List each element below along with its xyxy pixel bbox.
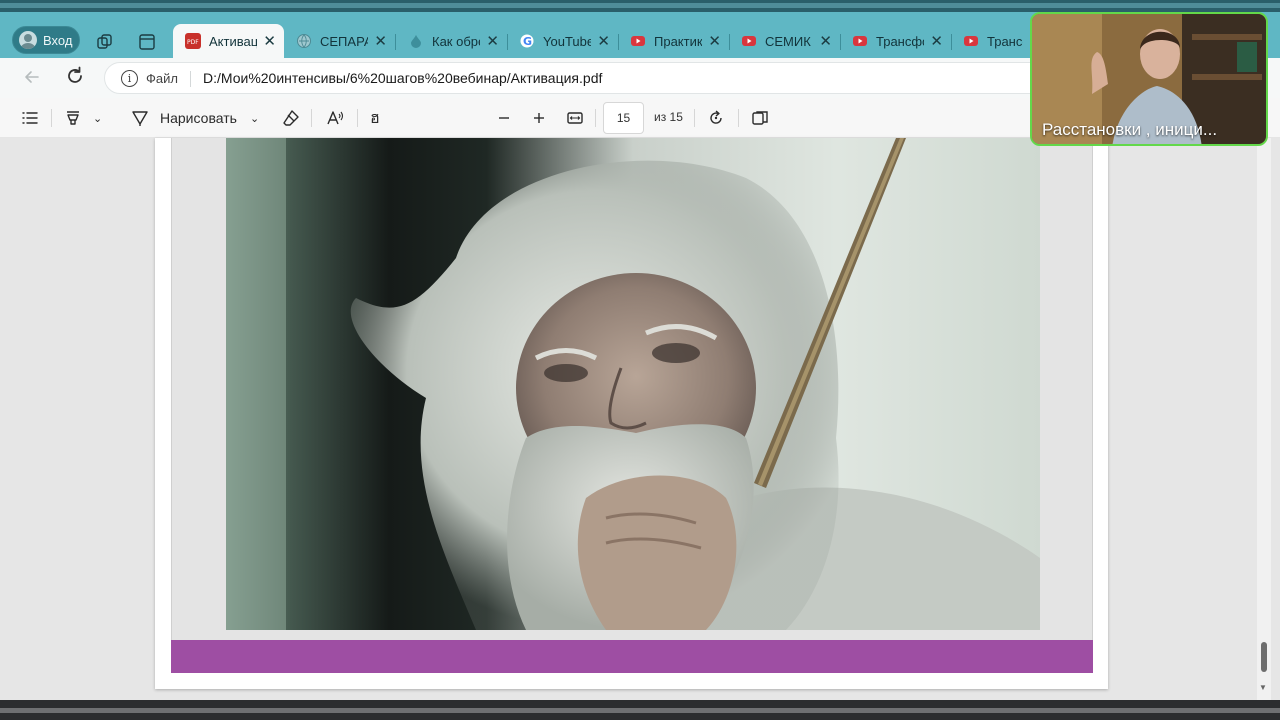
elderly-man-photo [226, 138, 1040, 630]
tab-title: Практика [654, 33, 703, 49]
drop-icon [408, 33, 424, 49]
info-icon[interactable]: i [121, 70, 138, 87]
youtube-icon [630, 33, 646, 49]
tab-separation[interactable]: СЕПАРАЦ ✕ [284, 24, 395, 58]
draw-icon[interactable] [131, 98, 149, 138]
bottom-strip-highlight [0, 708, 1280, 713]
tab-youtube[interactable]: G YouTube ✕ [507, 24, 618, 58]
slide-accent-bar [171, 640, 1093, 673]
youtube-icon [852, 33, 868, 49]
close-tab-icon[interactable]: ✕ [708, 32, 721, 50]
toolbar-separator [595, 109, 596, 127]
workspaces-icon[interactable] [95, 32, 115, 52]
close-tab-icon[interactable]: ✕ [263, 32, 276, 50]
eraser-icon[interactable] [282, 98, 300, 138]
google-icon: G [519, 33, 535, 49]
page-number-input[interactable]: 15 [603, 102, 644, 134]
read-aloud-icon[interactable] [326, 98, 344, 138]
toolbar-separator [311, 109, 312, 127]
tab-title: СЕМИК п [765, 33, 813, 49]
webcam-caption: Расстановки , иници... [1042, 120, 1218, 139]
pdf-viewer[interactable]: ▼ [0, 138, 1280, 700]
toolbar-separator [357, 109, 358, 127]
close-tab-icon[interactable]: ✕ [930, 32, 943, 50]
vertical-scrollbar[interactable]: ▼ [1257, 138, 1271, 700]
url-text[interactable]: D:/Мои%20интенсивы/6%20шагов%20вебинар/А… [203, 70, 602, 86]
youtube-icon [963, 33, 979, 49]
tab-semik[interactable]: СЕМИК п ✕ [729, 24, 840, 58]
draw-button[interactable]: Нарисовать [160, 98, 237, 138]
zoom-in-icon[interactable] [532, 98, 546, 138]
pdf-page [155, 138, 1108, 689]
file-scheme-label: Файл [146, 71, 178, 86]
fit-page-icon[interactable] [566, 98, 584, 138]
screen: Вход PDF Активаци ✕ СЕПАРАЦ ✕ [0, 0, 1280, 720]
omnibox-separator [190, 71, 191, 87]
url-field[interactable]: i Файл D:/Мои%20интенсивы/6%20шагов%20ве… [104, 62, 1084, 94]
close-tab-icon[interactable]: ✕ [819, 32, 832, 50]
translate-icon[interactable]: ฮ [370, 98, 380, 138]
rotate-icon[interactable] [707, 98, 725, 138]
tab-practice[interactable]: Практика ✕ [618, 24, 729, 58]
toolbar-separator [694, 109, 695, 127]
close-tab-icon[interactable]: ✕ [597, 32, 610, 50]
scroll-thumb[interactable] [1261, 642, 1267, 672]
back-arrow-icon[interactable] [22, 67, 42, 93]
tab-title: YouTube [543, 33, 592, 49]
window-top-strip-highlight [0, 3, 1280, 8]
globe-icon [296, 33, 312, 49]
scroll-down-arrow-icon[interactable]: ▼ [1259, 683, 1267, 692]
toolbar-separator [51, 109, 52, 127]
profile-button[interactable]: Вход [12, 26, 80, 54]
tab-actions-icon[interactable] [137, 32, 157, 52]
contents-list-icon[interactable] [21, 98, 39, 138]
toolbar-separator [738, 109, 739, 127]
tab-transformation-2[interactable]: Трансфо [951, 24, 1031, 58]
profile-avatar-icon [19, 31, 37, 49]
tab-title: Как обре [432, 33, 481, 49]
tab-title: СЕПАРАЦ [320, 33, 369, 49]
tab-transformation-1[interactable]: Трансфор ✕ [840, 24, 951, 58]
svg-text:G: G [523, 35, 532, 48]
pdf-icon: PDF [185, 33, 201, 49]
chevron-down-icon[interactable]: ⌄ [250, 98, 259, 138]
zoom-out-icon[interactable] [497, 98, 511, 138]
tab-title: Трансфор [876, 33, 924, 49]
tab-how-to[interactable]: Как обре ✕ [396, 24, 507, 58]
profile-label: Вход [43, 32, 73, 48]
page-view-icon[interactable] [751, 98, 769, 138]
close-tab-icon[interactable]: ✕ [486, 32, 499, 50]
youtube-icon [741, 33, 757, 49]
chevron-down-icon[interactable]: ⌄ [93, 98, 102, 138]
highlight-icon[interactable] [64, 98, 82, 138]
webcam-overlay[interactable]: Расстановки , иници... [1030, 12, 1268, 146]
close-tab-icon[interactable]: ✕ [374, 32, 387, 50]
svg-text:PDF: PDF [187, 39, 199, 46]
refresh-icon[interactable] [64, 65, 86, 93]
tab-title: Активаци [209, 33, 258, 49]
page-count-label: из 15 [654, 110, 683, 124]
tab-title: Трансфо [987, 33, 1023, 49]
